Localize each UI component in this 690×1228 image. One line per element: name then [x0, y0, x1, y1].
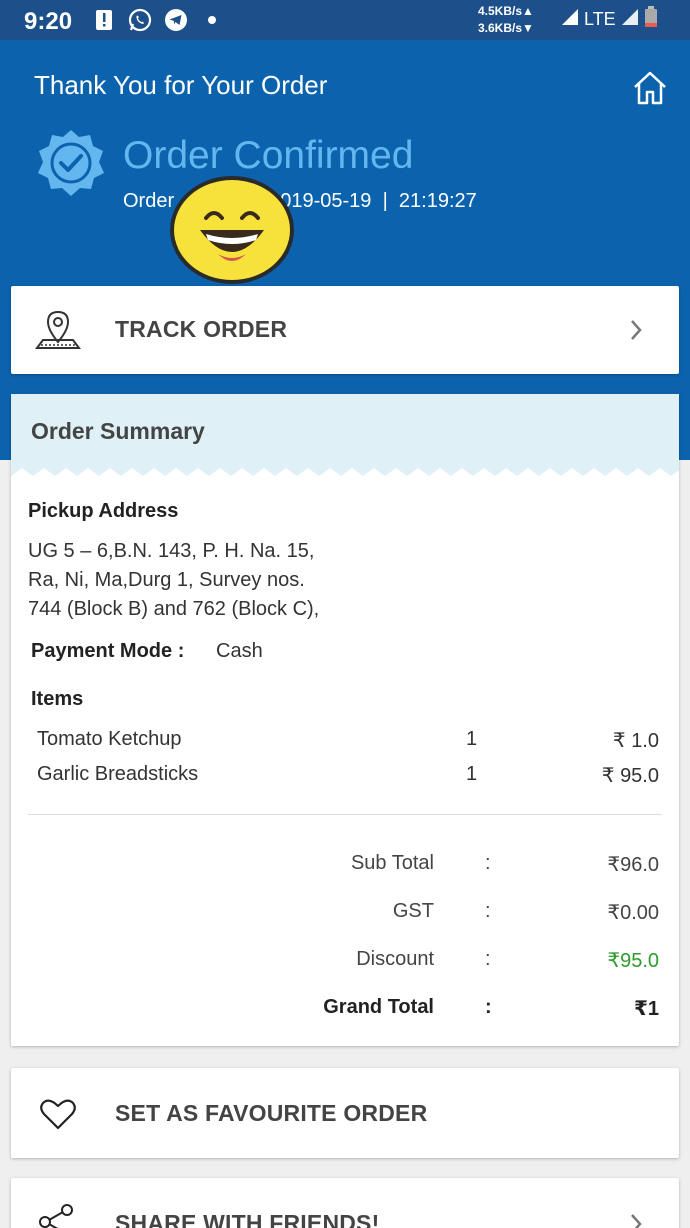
item-qty: 1: [466, 763, 478, 785]
order-prefix: Order: [123, 190, 175, 212]
share-label: SHARE WITH FRIENDS!: [115, 1210, 380, 1228]
summary-header: Order Summary: [11, 394, 679, 484]
heart-icon: [39, 1098, 77, 1130]
item-price: ₹ 1.0: [612, 730, 659, 752]
signal-icon: [620, 7, 640, 32]
location-pin-icon: [33, 308, 83, 354]
payment-mode-label: Payment Mode :: [31, 640, 185, 662]
home-icon[interactable]: [630, 68, 670, 108]
discount-value: ₹95.0: [607, 950, 659, 972]
speed-down: 3.6KB/s▼: [478, 21, 534, 35]
set-favourite-label: SET AS FAVOURITE ORDER: [115, 1100, 428, 1126]
subtotal-colon: :: [485, 852, 491, 874]
verified-badge-icon: [34, 128, 108, 202]
smiley-sticker-icon: [168, 174, 296, 286]
summary-title: Order Summary: [31, 418, 205, 444]
gst-label: GST: [392, 900, 434, 922]
speed-up: 4.5KB/s▲: [478, 4, 534, 18]
item-name: Tomato Ketchup: [37, 728, 182, 750]
grand-total-colon: :: [485, 996, 492, 1018]
network-speed: 4.5KB/s▲ 3.6KB/s▼: [478, 3, 534, 37]
chevron-right-icon: [629, 1212, 643, 1228]
gst-value: ₹0.00: [607, 902, 659, 924]
zigzag-divider: [11, 468, 679, 484]
status-bar: 9:20 4.5KB/s▲ 3.6KB/s▼ LTE: [0, 0, 690, 40]
pickup-address-label: Pickup Address: [28, 500, 179, 522]
network-indicator: LTE: [560, 6, 658, 33]
alert-icon: [92, 8, 116, 32]
item-name: Garlic Breadsticks: [37, 763, 199, 785]
page-title: Thank You for Your Order: [34, 70, 328, 100]
address-line: UG 5 – 6,B.N. 143, P. H. Na. 15,: [28, 540, 315, 562]
gst-colon: :: [485, 900, 491, 922]
track-order-label: TRACK ORDER: [115, 316, 288, 342]
share-icon: [37, 1202, 77, 1228]
status-time: 9:20: [24, 8, 73, 35]
order-confirmed-heading: Order Confirmed: [123, 134, 414, 177]
address-line: 744 (Block B) and 762 (Block C),: [28, 598, 320, 620]
network-type: LTE: [584, 9, 616, 29]
meta-separator: |: [382, 190, 388, 212]
subtotal-label: Sub Total: [350, 852, 434, 874]
track-order-button[interactable]: TRACK ORDER: [11, 286, 679, 374]
telegram-icon: [164, 8, 188, 32]
notification-icons: [92, 8, 224, 32]
share-with-friends-button[interactable]: SHARE WITH FRIENDS!: [11, 1178, 679, 1228]
order-time: 21:19:27: [398, 190, 477, 212]
address-line: Ra, Ni, Ma,Durg 1, Survey nos.: [28, 569, 305, 591]
discount-label: Discount: [356, 948, 434, 970]
whatsapp-icon: [128, 8, 152, 32]
grand-total-label: Grand Total: [323, 996, 434, 1018]
item-qty: 1: [466, 728, 478, 750]
dot-icon: [200, 8, 224, 32]
items-label: Items: [31, 688, 84, 710]
battery-icon: [644, 6, 658, 33]
chevron-right-icon: [629, 318, 643, 342]
subtotal-value: ₹96.0: [607, 854, 659, 876]
grand-total-value: ₹1: [633, 998, 659, 1020]
signal-icon: [560, 7, 580, 32]
set-favourite-button[interactable]: SET AS FAVOURITE ORDER: [11, 1068, 679, 1158]
item-price: ₹ 95.0: [601, 765, 659, 787]
payment-mode-value: Cash: [216, 640, 263, 662]
order-summary-card: Order Summary Pickup Address UG 5 – 6,B.…: [11, 394, 679, 1046]
discount-colon: :: [485, 948, 491, 970]
divider: [28, 814, 662, 815]
